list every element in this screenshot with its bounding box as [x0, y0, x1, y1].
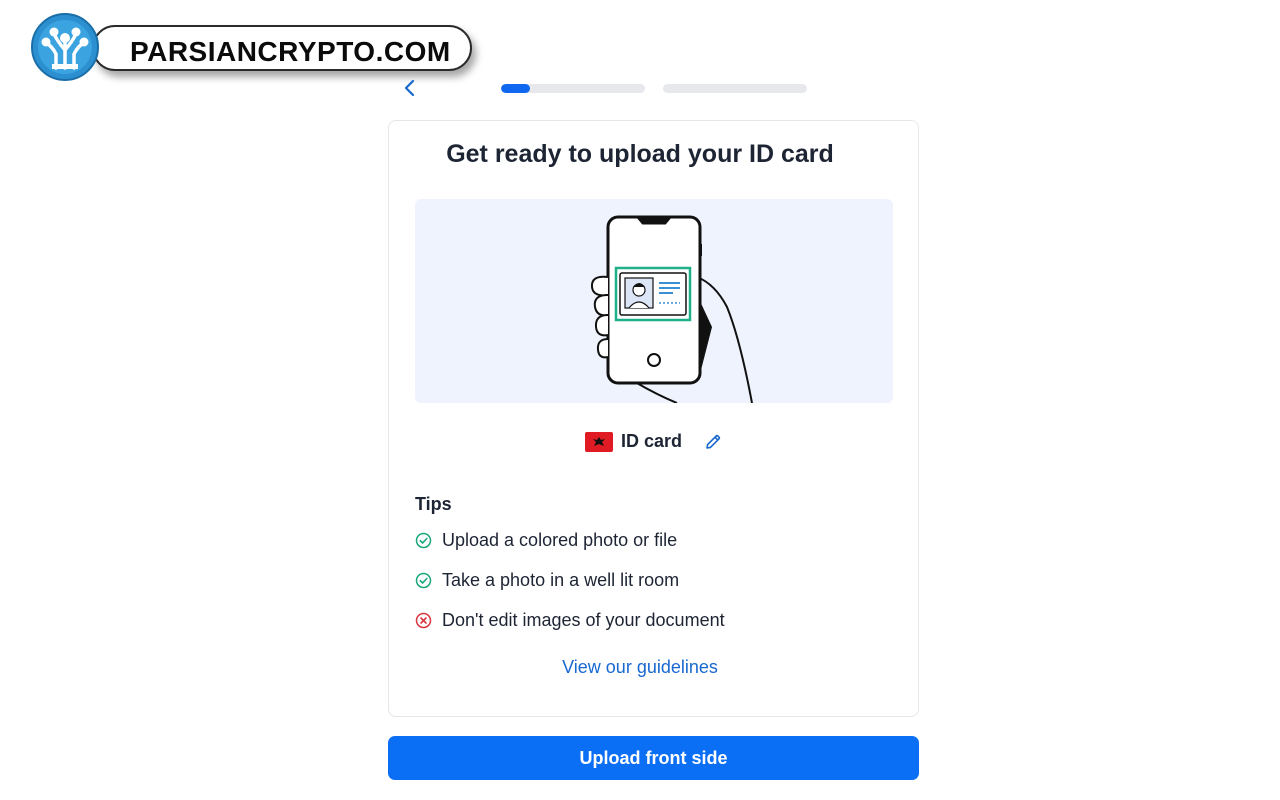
tip-text: Don't edit images of your document	[442, 609, 725, 630]
view-guidelines-link[interactable]: View our guidelines	[562, 657, 718, 677]
tip-item: Don't edit images of your document	[415, 609, 725, 631]
upload-front-side-button[interactable]: Upload front side	[388, 736, 919, 780]
check-circle-icon	[415, 572, 432, 588]
phone-with-id-card-icon	[590, 215, 753, 403]
page-title: Get ready to upload your ID card	[446, 140, 834, 168]
tip-text: Upload a colored photo or file	[442, 529, 678, 550]
check-circle-icon	[415, 532, 432, 548]
x-circle-icon	[415, 612, 432, 628]
watermark-emblem-icon	[31, 13, 99, 81]
tip-item: Take a photo in a well lit room	[415, 569, 679, 591]
document-type-row: ID card	[0, 431, 1280, 452]
tip-text: Take a photo in a well lit room	[442, 569, 680, 590]
pencil-edit-icon[interactable]	[704, 433, 722, 451]
phone-id-illustration	[415, 199, 893, 403]
progress-step-2	[663, 84, 807, 93]
back-chevron-icon[interactable]	[400, 78, 420, 98]
document-type-label: ID card	[620, 431, 683, 451]
watermark-logo: PARSIANCRYPTO.COM	[30, 12, 472, 104]
progress-step-1-fill	[501, 84, 530, 93]
watermark-text: PARSIANCRYPTO.COM	[130, 36, 451, 67]
tip-item: Upload a colored photo or file	[415, 529, 677, 551]
guidelines-link-row: View our guidelines	[0, 657, 1280, 678]
tips-heading: Tips	[415, 494, 452, 514]
albania-flag-icon	[584, 431, 613, 452]
progress-step-1	[501, 84, 645, 93]
page: PARSIANCRYPTO.COM Get ready to upload yo…	[0, 0, 1280, 800]
